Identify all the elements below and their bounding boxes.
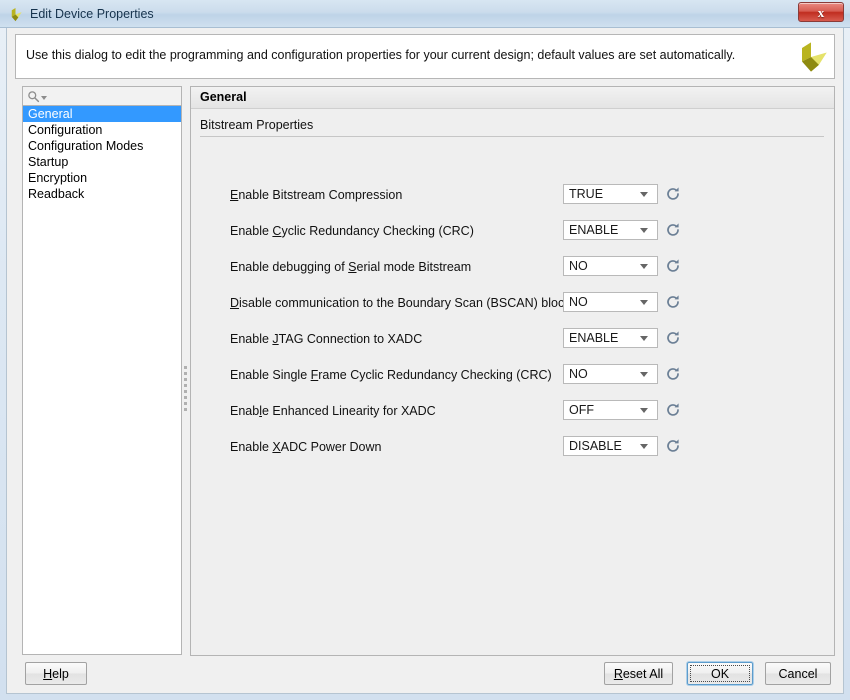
chevron-down-icon — [640, 227, 648, 233]
property-value-dropdown[interactable]: NO — [563, 292, 658, 312]
cancel-button[interactable]: Cancel — [765, 662, 831, 685]
close-button[interactable]: x — [798, 2, 844, 22]
chevron-down-icon — [640, 407, 648, 413]
refresh-icon[interactable] — [665, 186, 681, 202]
search-icon — [28, 90, 40, 102]
section-title: Bitstream Properties — [200, 118, 314, 132]
sidebar-item-configuration[interactable]: Configuration — [23, 122, 181, 138]
property-value-dropdown[interactable]: ENABLE — [563, 328, 658, 348]
banner-text: Use this dialog to edit the programming … — [26, 48, 736, 62]
sidebar-item-encryption[interactable]: Encryption — [23, 170, 181, 186]
reset-all-button[interactable]: Reset All — [604, 662, 673, 685]
window-title: Edit Device Properties — [30, 7, 154, 21]
dialog-client-area: Use this dialog to edit the programming … — [6, 28, 844, 694]
property-row: Enable Single Frame Cyclic Redundancy Ch… — [191, 364, 834, 388]
property-value-dropdown[interactable]: NO — [563, 364, 658, 384]
title-bar-left: Edit Device Properties — [8, 0, 154, 28]
sidebar-item-configuration-modes[interactable]: Configuration Modes — [23, 138, 181, 154]
property-value-dropdown[interactable]: DISABLE — [563, 436, 658, 456]
property-value-dropdown[interactable]: TRUE — [563, 184, 658, 204]
property-label: Enable XADC Power Down — [230, 440, 382, 454]
refresh-icon[interactable] — [665, 258, 681, 274]
navigation-panel: General Configuration Configuration Mode… — [15, 86, 182, 656]
property-row: Enable Bitstream Compression TRUE — [191, 184, 834, 208]
property-label: Enable Enhanced Linearity for XADC — [230, 404, 436, 418]
property-label: Enable Single Frame Cyclic Redundancy Ch… — [230, 368, 552, 382]
property-row: Enable debugging of Serial mode Bitstrea… — [191, 256, 834, 280]
dropdown-value: ENABLE — [569, 223, 619, 237]
title-bar: Edit Device Properties x — [0, 0, 850, 28]
sidebar-item-label: Configuration — [28, 123, 103, 137]
info-banner: Use this dialog to edit the programming … — [15, 34, 835, 79]
property-label: Enable Bitstream Compression — [230, 188, 403, 202]
chevron-down-icon — [640, 299, 648, 305]
sidebar-item-label: Startup — [28, 155, 69, 169]
refresh-icon[interactable] — [665, 294, 681, 310]
xilinx-logo-icon — [802, 42, 827, 72]
property-row: Disable communication to the Boundary Sc… — [191, 292, 834, 316]
dropdown-value: NO — [569, 295, 588, 309]
property-row: Enable XADC Power Down DISABLE — [191, 436, 834, 460]
ok-button[interactable]: OK — [687, 662, 753, 685]
page-title: General — [200, 90, 247, 104]
section-divider — [200, 136, 824, 137]
sidebar-item-label: Configuration Modes — [28, 139, 144, 153]
help-button-label: Help — [43, 666, 69, 681]
search-input[interactable] — [51, 89, 171, 103]
dropdown-value: ENABLE — [569, 331, 619, 345]
search-field[interactable] — [22, 86, 182, 106]
property-row: Enable JTAG Connection to XADC ENABLE — [191, 328, 834, 352]
chevron-down-icon — [640, 263, 648, 269]
refresh-icon[interactable] — [665, 366, 681, 382]
chevron-down-icon — [640, 443, 648, 449]
sidebar-item-startup[interactable]: Startup — [23, 154, 181, 170]
page-header: General — [191, 87, 834, 109]
sidebar-item-readback[interactable]: Readback — [23, 186, 181, 202]
chevron-down-icon[interactable] — [41, 95, 47, 100]
property-label: Enable debugging of Serial mode Bitstrea… — [230, 260, 472, 274]
dropdown-value: NO — [569, 259, 588, 273]
dialog-button-bar: Help Reset All OK Cancel — [7, 657, 843, 693]
chevron-down-icon — [640, 335, 648, 341]
chevron-down-icon — [640, 371, 648, 377]
edit-device-properties-dialog: Edit Device Properties x Use this dialog… — [0, 0, 850, 700]
dropdown-value: TRUE — [569, 187, 604, 201]
sidebar-item-label: Encryption — [28, 171, 88, 185]
navigation-list[interactable]: General Configuration Configuration Mode… — [22, 106, 182, 655]
cancel-button-label: Cancel — [778, 666, 818, 681]
property-row: Enable Enhanced Linearity for XADC OFF — [191, 400, 834, 424]
property-value-dropdown[interactable]: OFF — [563, 400, 658, 420]
dropdown-value: OFF — [569, 403, 594, 417]
ok-button-label: OK — [710, 666, 730, 681]
close-icon: x — [817, 4, 825, 20]
reset-all-button-label: Reset All — [613, 666, 664, 681]
refresh-icon[interactable] — [665, 330, 681, 346]
refresh-icon[interactable] — [665, 222, 681, 238]
splitter-grip-icon — [184, 366, 187, 411]
refresh-icon[interactable] — [665, 438, 681, 454]
dropdown-value: NO — [569, 367, 588, 381]
property-label: Enable Cyclic Redundancy Checking (CRC) — [230, 224, 474, 238]
xilinx-logo-icon — [11, 7, 22, 21]
property-value-dropdown[interactable]: ENABLE — [563, 220, 658, 240]
chevron-down-icon — [640, 191, 648, 197]
property-label: Enable JTAG Connection to XADC — [230, 332, 423, 346]
properties-panel: General Bitstream Properties Enable Bits… — [190, 86, 835, 656]
sidebar-item-label: Readback — [28, 187, 85, 201]
sidebar-item-label: General — [28, 107, 73, 121]
refresh-icon[interactable] — [665, 402, 681, 418]
property-row: Enable Cyclic Redundancy Checking (CRC) … — [191, 220, 834, 244]
help-button[interactable]: Help — [25, 662, 87, 685]
property-value-dropdown[interactable]: NO — [563, 256, 658, 276]
dropdown-value: DISABLE — [569, 439, 622, 453]
sidebar-item-general[interactable]: General — [23, 106, 181, 122]
panel-splitter[interactable] — [182, 86, 190, 656]
